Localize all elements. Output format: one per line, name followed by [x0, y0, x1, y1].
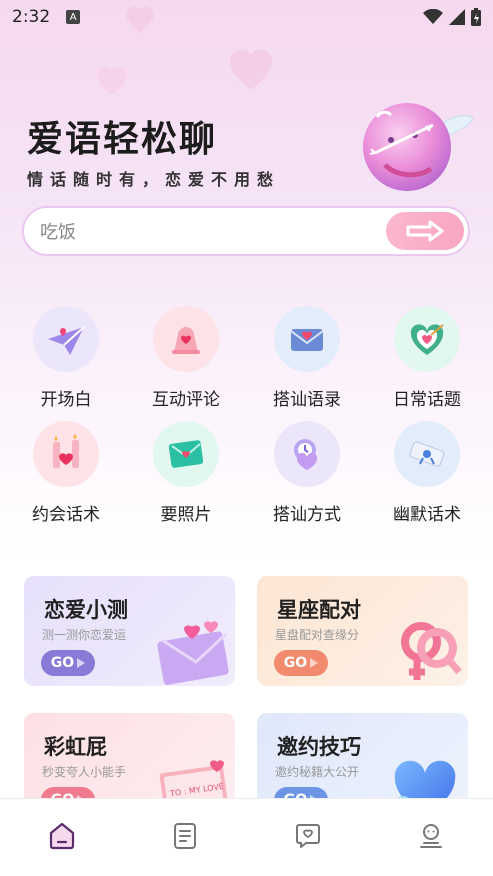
category-label: 约会话术 — [32, 505, 100, 525]
signal-icon — [449, 9, 465, 25]
arrow-right-icon — [406, 220, 444, 242]
go-label: GO — [50, 655, 75, 671]
status-bar: 2:32 A — [0, 0, 493, 34]
category-ask-photos[interactable]: 要照片 — [131, 421, 241, 531]
heart-decoration-icon — [222, 40, 280, 92]
profile-icon — [420, 823, 443, 848]
notes-icon — [173, 822, 196, 849]
nav-home[interactable] — [32, 806, 92, 866]
category-opening-line[interactable]: 开场白 — [11, 306, 121, 416]
wifi-icon — [423, 9, 443, 24]
bottom-navigation — [0, 798, 493, 876]
play-arrow-icon — [77, 658, 86, 668]
category-label: 开场白 — [40, 390, 92, 410]
gender-symbols-icon — [401, 622, 462, 680]
category-pickup-methods[interactable]: 搭讪方式 — [252, 421, 362, 531]
category-label: 要照片 — [160, 505, 212, 525]
candle-heart-icon — [33, 421, 99, 487]
nav-chat[interactable] — [278, 806, 338, 866]
category-label: 日常话题 — [393, 390, 461, 410]
card-zodiac-match[interactable]: 星座配对 星盘配对查缘分 GO — [257, 576, 468, 686]
category-daily-topics[interactable]: 日常话题 — [372, 306, 482, 416]
battery-icon — [471, 8, 481, 26]
app-title: 爱语轻松聊 — [27, 119, 218, 160]
heart-target-icon — [394, 306, 460, 372]
heart-decoration-icon — [92, 60, 132, 96]
notification-badge: A — [66, 10, 81, 24]
category-label: 幽默话术 — [393, 505, 461, 525]
category-dating-talk[interactable]: 约会话术 — [11, 421, 121, 531]
card-description: 星盘配对查缘分 — [275, 628, 360, 642]
go-label: GO — [283, 655, 308, 671]
app-subtitle: 情话随时有，恋爱不用愁 — [27, 170, 281, 189]
bell-heart-icon — [153, 306, 219, 372]
search-input[interactable] — [24, 220, 364, 242]
category-label: 搭讪方式 — [273, 505, 341, 525]
category-interactive-comment[interactable]: 互动评论 — [131, 306, 241, 416]
paper-plane-heart-icon — [33, 306, 99, 372]
card-title: 恋爱小测 — [44, 598, 128, 622]
chat-heart-icon — [296, 823, 321, 848]
card-title: 邀约技巧 — [277, 735, 361, 759]
go-button[interactable]: GO — [41, 650, 95, 676]
nav-profile[interactable] — [401, 806, 461, 866]
search-button[interactable] — [386, 212, 464, 250]
cupid-mascot-icon — [355, 95, 475, 200]
category-pickup-quotes[interactable]: 搭讪语录 — [252, 306, 362, 416]
envelope-teal-icon — [153, 421, 219, 487]
card-title: 彩虹屁 — [44, 735, 107, 759]
love-letter-icon — [157, 621, 229, 685]
nav-notes[interactable] — [155, 806, 215, 866]
card-description: 测一测你恋爱运 — [42, 628, 127, 642]
search-bar — [22, 206, 470, 256]
card-love-test[interactable]: 恋爱小测 测一测你恋爱运 GO — [24, 576, 235, 686]
status-time: 2:32 — [12, 7, 51, 27]
category-humor-talk[interactable]: 幽默话术 — [372, 421, 482, 531]
envelope-heart-icon — [274, 306, 340, 372]
card-title: 星座配对 — [277, 598, 361, 622]
home-icon — [49, 822, 74, 849]
category-label: 互动评论 — [152, 390, 220, 410]
card-description: 秒变夸人小能手 — [42, 765, 127, 779]
heart-clock-icon — [274, 421, 340, 487]
play-arrow-icon — [310, 658, 319, 668]
scroll-icon — [394, 421, 460, 487]
card-description: 邀约秘籍大公开 — [275, 765, 360, 779]
go-button[interactable]: GO — [274, 650, 328, 676]
category-label: 搭讪语录 — [273, 390, 341, 410]
